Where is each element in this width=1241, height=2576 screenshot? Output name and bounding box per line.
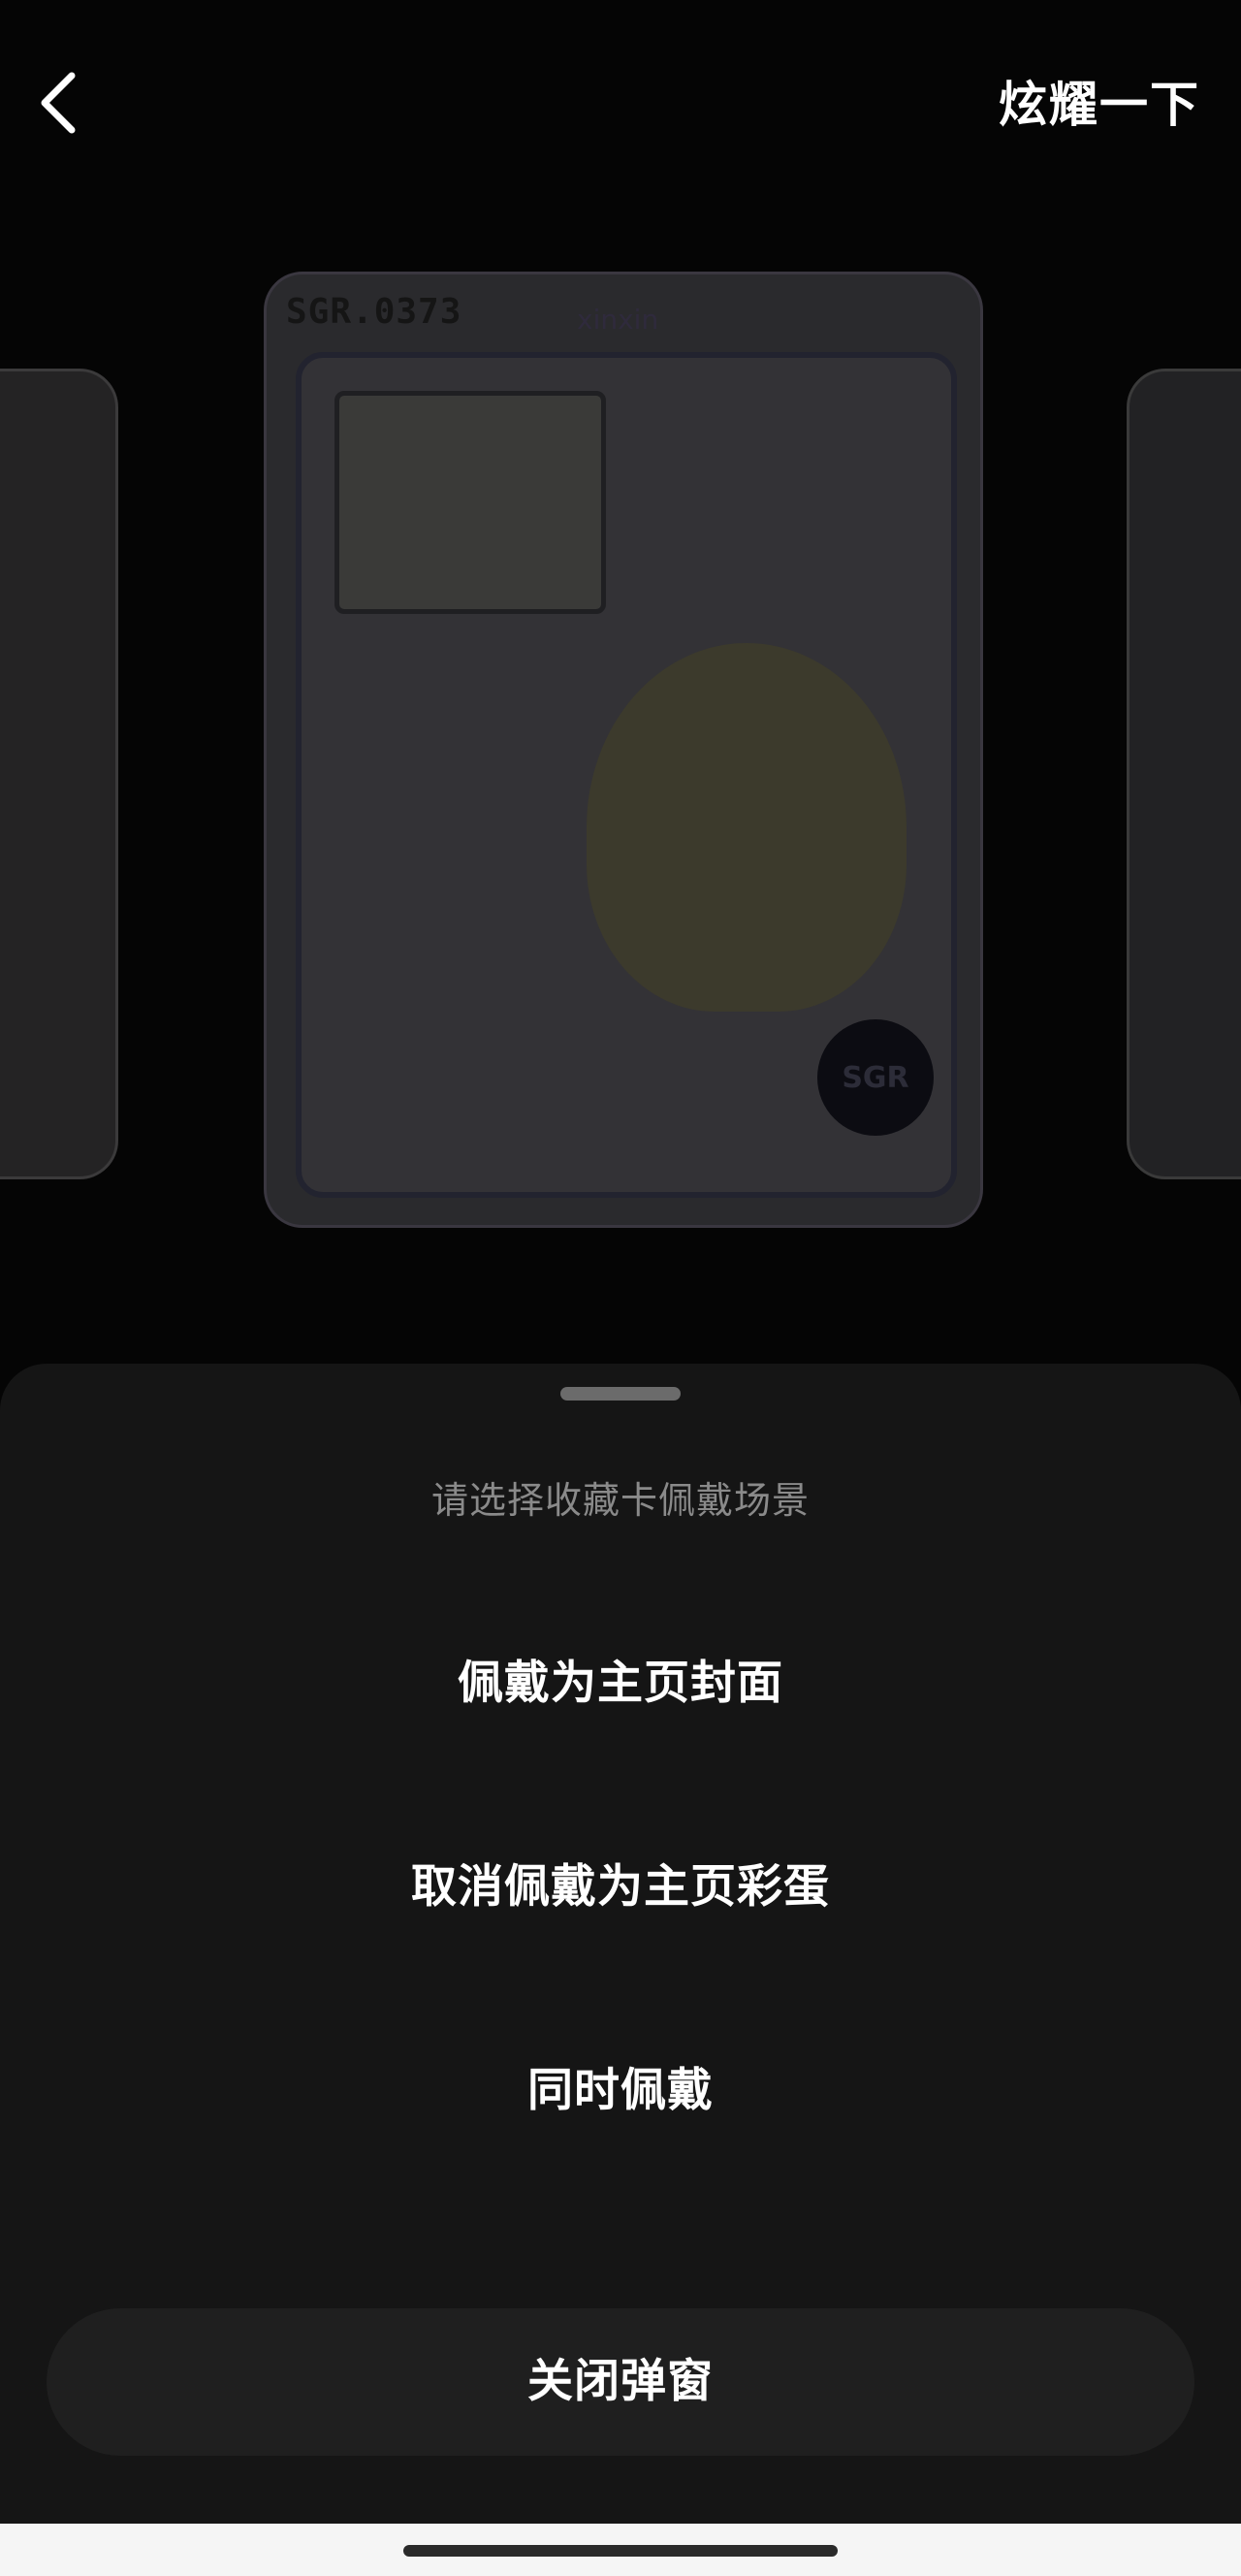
card-badge: SGR <box>817 1019 934 1136</box>
sheet-title: 请选择收藏卡佩戴场景 <box>430 1479 810 1522</box>
option-wear-as-cover[interactable]: 佩戴为主页封面 <box>0 1630 1241 1737</box>
collectible-card-prev[interactable] <box>0 369 118 1179</box>
show-off-button[interactable]: 炫耀一下 <box>999 66 1200 144</box>
card-illustration-character <box>587 643 907 1012</box>
sheet-drag-handle[interactable] <box>560 1387 681 1401</box>
option-cancel-easter-egg[interactable]: 取消佩戴为主页彩蛋 <box>0 1834 1241 1941</box>
wear-scene-sheet: 请选择收藏卡佩戴场景 佩戴为主页封面 取消佩戴为主页彩蛋 同时佩戴 关闭弹窗 <box>0 1364 1241 2524</box>
screen: 炫耀一下 SGR.0373 xinxin SGR 请选择收藏卡佩戴场景 佩戴为主… <box>0 0 1241 2576</box>
chevron-left-icon <box>41 72 76 134</box>
card-illustration-photo <box>334 391 606 614</box>
card-owner-name: xinxin <box>577 304 659 336</box>
card-serial-number: SGR.0373 <box>286 292 462 332</box>
home-indicator[interactable] <box>403 2545 838 2557</box>
home-indicator-area <box>0 2524 1241 2576</box>
close-sheet-button[interactable]: 关闭弹窗 <box>47 2308 1194 2456</box>
option-wear-both[interactable]: 同时佩戴 <box>0 2038 1241 2144</box>
back-button[interactable] <box>27 64 89 142</box>
collectible-card-next[interactable] <box>1127 369 1241 1179</box>
collectible-card-current[interactable]: SGR.0373 xinxin SGR <box>264 272 983 1228</box>
